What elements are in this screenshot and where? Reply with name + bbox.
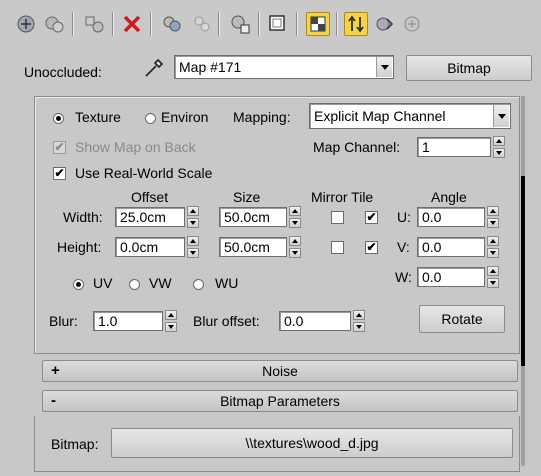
noise-rollout-header[interactable]: + Noise [42, 360, 518, 382]
material-id-channel-icon[interactable] [228, 12, 252, 36]
get-material-icon[interactable] [14, 12, 38, 36]
map-channel-label: Map Channel: [313, 139, 401, 155]
width-tile-checkbox[interactable]: ✔ [365, 211, 378, 224]
map-channel-field[interactable]: 1 [417, 137, 491, 157]
make-unique-icon[interactable] [160, 12, 184, 36]
height-size-spinner[interactable] [289, 236, 301, 258]
height-size-field[interactable]: 50.0cm [219, 237, 287, 257]
scrollbar-thumb[interactable] [521, 176, 525, 366]
map-name-field[interactable]: Map #171 [174, 55, 394, 79]
environ-label: Environ [161, 109, 209, 125]
blur-value: 1.0 [98, 313, 118, 329]
v-angle-value: 0.0 [422, 239, 442, 255]
wu-radio[interactable] [193, 279, 204, 290]
map-channel-value: 1 [422, 139, 430, 155]
width-size-field[interactable]: 50.0cm [219, 207, 287, 227]
height-tile-checkbox[interactable]: ✔ [365, 241, 378, 254]
width-size-value: 50.0cm [224, 209, 270, 225]
bitmap-path-button[interactable]: \\textures\wood_d.jpg [111, 428, 513, 458]
mirror-tile-header: Mirror Tile [311, 189, 374, 205]
map-name-text: Map #171 [179, 59, 242, 75]
u-angle-label: U: [397, 209, 411, 225]
coordinates-rollout: Texture Environ Mapping: Explicit Map Ch… [34, 96, 520, 354]
delete-icon[interactable] [120, 12, 144, 36]
mapping-dropdown-arrow[interactable] [493, 105, 509, 127]
u-angle-field[interactable]: 0.0 [417, 207, 485, 227]
go-forward-to-sibling-icon[interactable] [372, 12, 396, 36]
blur-field[interactable]: 1.0 [93, 311, 163, 331]
height-offset-value: 0.0cm [120, 239, 159, 255]
expand-sign: + [51, 362, 60, 379]
put-to-library-icon[interactable] [190, 12, 214, 36]
put-to-scene-icon[interactable] [42, 12, 66, 36]
go-to-parent-icon[interactable] [344, 12, 368, 36]
w-angle-value: 0.0 [422, 269, 442, 285]
blur-spinner[interactable] [165, 310, 177, 332]
vw-radio[interactable] [129, 279, 140, 290]
material-editor-toolbar [0, 0, 541, 48]
width-size-spinner[interactable] [289, 206, 301, 228]
bitmap-parameters-rollout-header[interactable]: - Bitmap Parameters [42, 390, 518, 412]
unoccluded-label: Unoccluded: [24, 64, 102, 80]
width-label: Width: [63, 209, 103, 225]
bitmap-parameters-label: Bitmap Parameters [220, 393, 340, 409]
blur-label: Blur: [49, 313, 78, 329]
bitmap-label: Bitmap: [51, 436, 99, 452]
uv-label: UV [93, 275, 113, 291]
blur-offset-spinner[interactable] [353, 310, 365, 332]
bitmap-parameters-section: Bitmap: \\textures\wood_d.jpg [34, 416, 520, 472]
wu-label: WU [215, 275, 239, 291]
eyedropper-icon[interactable] [140, 56, 166, 82]
texture-radio[interactable] [53, 113, 64, 124]
mapping-value: Explicit Map Channel [314, 108, 446, 124]
height-size-value: 50.0cm [224, 239, 270, 255]
use-real-world-scale-label: Use Real-World Scale [75, 165, 213, 181]
v-angle-field[interactable]: 0.0 [417, 237, 485, 257]
width-offset-field[interactable]: 25.0cm [115, 207, 185, 227]
offset-header: Offset [131, 189, 169, 205]
vw-label: VW [149, 275, 172, 291]
assign-material-icon[interactable] [82, 12, 106, 36]
w-angle-field[interactable]: 0.0 [417, 267, 485, 287]
width-offset-spinner[interactable] [187, 206, 199, 228]
height-offset-field[interactable]: 0.0cm [115, 237, 185, 257]
angle-header: Angle [431, 189, 467, 205]
map-name-dropdown-arrow[interactable] [376, 57, 392, 77]
map-channel-spinner[interactable] [493, 136, 505, 158]
show-map-in-viewport-icon[interactable] [266, 12, 290, 36]
u-angle-value: 0.0 [422, 209, 442, 225]
uv-radio[interactable] [73, 279, 84, 290]
show-map-on-back-label: Show Map on Back [75, 139, 196, 155]
show-map-on-back-checkbox[interactable]: ✔ [53, 141, 66, 154]
height-offset-spinner[interactable] [187, 236, 199, 258]
collapse-sign: - [51, 392, 56, 409]
u-angle-spinner[interactable] [487, 206, 499, 228]
v-angle-spinner[interactable] [487, 236, 499, 258]
size-header: Size [233, 189, 261, 205]
noise-rollout-label: Noise [262, 363, 298, 379]
navigator-icon[interactable] [400, 12, 424, 36]
environ-radio[interactable] [145, 113, 156, 124]
map-type-button[interactable]: Bitmap [406, 55, 532, 81]
w-angle-label: W: [395, 269, 412, 285]
height-label: Height: [57, 239, 102, 255]
show-end-result-icon[interactable] [306, 12, 330, 36]
use-real-world-scale-checkbox[interactable]: ✔ [53, 167, 66, 180]
v-angle-label: V: [397, 239, 410, 255]
width-offset-value: 25.0cm [120, 209, 166, 225]
blur-offset-label: Blur offset: [193, 313, 260, 329]
blur-offset-value: 0.0 [284, 313, 304, 329]
w-angle-spinner[interactable] [487, 266, 499, 288]
height-mirror-checkbox[interactable] [331, 241, 344, 254]
blur-offset-field[interactable]: 0.0 [279, 311, 351, 331]
texture-label: Texture [75, 109, 121, 125]
mapping-dropdown[interactable]: Explicit Map Channel [309, 103, 511, 129]
width-mirror-checkbox[interactable] [331, 211, 344, 224]
mapping-label: Mapping: [233, 109, 291, 125]
rotate-button[interactable]: Rotate [419, 305, 505, 333]
